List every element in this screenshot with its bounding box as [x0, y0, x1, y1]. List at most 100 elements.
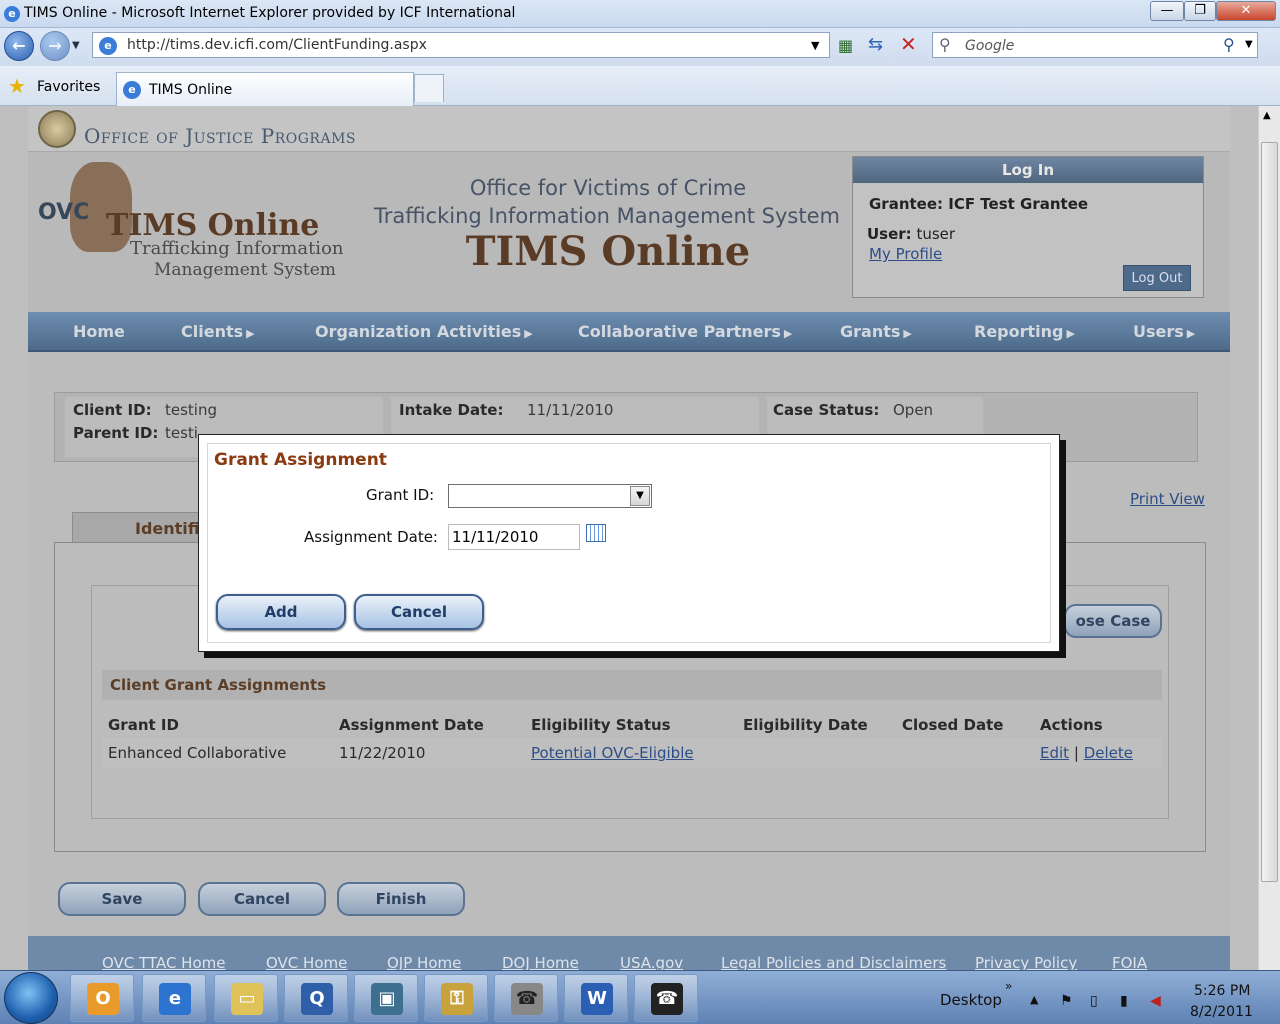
nav-users-label[interactable]: Users — [1133, 322, 1184, 341]
scroll-up-icon[interactable]: ▲ — [1263, 110, 1271, 121]
word-icon: W — [581, 983, 613, 1015]
footer-legal-link[interactable]: Legal Policies and Disclaimers — [721, 954, 946, 970]
app-taskbar-button[interactable]: Q — [284, 974, 348, 1022]
search-provider-icon: ⚲ — [939, 35, 951, 54]
volume-muted-icon[interactable]: ◀ — [1150, 993, 1161, 1009]
nav-org-label[interactable]: Organization Activities — [315, 322, 521, 341]
outlook-taskbar-button[interactable]: O — [70, 974, 134, 1022]
history-dropdown-icon[interactable]: ▼ — [72, 40, 80, 51]
restore-button[interactable]: ❐ — [1184, 1, 1216, 21]
footer-ovc-link[interactable]: OVC Home — [266, 954, 347, 970]
col-actions: Actions — [1040, 716, 1103, 734]
search-placeholder[interactable]: Google — [965, 38, 1014, 54]
favorites-button[interactable]: Favorites — [37, 79, 100, 95]
search-icon[interactable]: ⚲ — [1223, 35, 1235, 54]
refresh-icon[interactable]: ⇆ — [868, 34, 883, 55]
footer-privacy-link[interactable]: Privacy Policy — [975, 954, 1077, 970]
nav-home-label[interactable]: Home — [73, 322, 125, 341]
nav-organization-activities[interactable]: Organization Activities ▶ — [315, 322, 533, 341]
footer-ojp-link[interactable]: OJP Home — [387, 954, 461, 970]
intake-date-value: 11/11/2010 — [527, 401, 614, 419]
assignment-date-input[interactable]: 11/11/2010 — [448, 524, 580, 550]
agency-name[interactable]: Office of Justice Programs — [84, 124, 356, 148]
forward-button[interactable]: → — [40, 31, 70, 61]
actions-cell: Edit | Delete — [1040, 744, 1133, 762]
scroll-thumb[interactable] — [1261, 142, 1278, 882]
tab-label[interactable]: TIMS Online — [149, 82, 232, 98]
nav-clients-label[interactable]: Clients — [181, 322, 243, 341]
folder-icon: ▭ — [231, 983, 263, 1015]
address-bar[interactable]: e http://tims.dev.icfi.com/ClientFunding… — [92, 32, 830, 58]
toolbar-expand-icon[interactable]: » — [1005, 979, 1012, 993]
delete-link[interactable]: Delete — [1084, 744, 1133, 762]
dialog-body: Grant Assignment Grant ID: ▼ Assignment … — [207, 443, 1051, 643]
site-header: OVC TIMS Online Trafficking Information … — [28, 152, 1230, 312]
stop-icon[interactable]: ✕ — [900, 32, 917, 56]
footer-foia-link[interactable]: FOIA — [1112, 954, 1147, 970]
dialog-cancel-button[interactable]: Cancel — [354, 594, 484, 630]
back-button[interactable]: ← — [4, 31, 34, 61]
eligibility-status-link[interactable]: Potential OVC-Eligible — [531, 744, 694, 762]
device-icon[interactable]: ▯ — [1090, 993, 1098, 1009]
minimize-button[interactable]: — — [1150, 1, 1184, 21]
clock-time[interactable]: 5:26 PM — [1194, 983, 1250, 999]
signal-icon[interactable]: ▮ — [1120, 993, 1128, 1009]
nav-home[interactable]: Home — [73, 322, 125, 341]
clock-date[interactable]: 8/2/2011 — [1190, 1004, 1253, 1020]
nav-grants[interactable]: Grants ▶ — [840, 322, 912, 341]
app2-icon: ☎ — [651, 983, 683, 1015]
logout-button[interactable]: Log Out — [1123, 265, 1191, 291]
vertical-scrollbar[interactable]: ▲ — [1258, 106, 1280, 970]
nav-arrow-icon: ▶ — [783, 327, 793, 340]
cancel-button[interactable]: Cancel — [198, 882, 326, 916]
explorer-taskbar-button[interactable]: ▭ — [214, 974, 278, 1022]
close-button[interactable]: ✕ — [1216, 1, 1276, 21]
nav-clients[interactable]: Clients ▶ — [181, 322, 255, 341]
print-view-link[interactable]: Print View — [1130, 490, 1205, 508]
nav-users[interactable]: Users ▶ — [1133, 322, 1195, 341]
grant-id-select[interactable]: ▼ — [448, 484, 652, 508]
window-title: TIMS Online - Microsoft Internet Explore… — [24, 5, 516, 21]
address-dropdown-icon[interactable]: ▼ — [811, 39, 819, 52]
start-button[interactable] — [4, 972, 58, 1024]
tray-expand-icon[interactable]: ▲ — [1030, 993, 1038, 1006]
network-taskbar-button[interactable]: ▣ — [354, 974, 418, 1022]
dropdown-arrow-icon[interactable]: ▼ — [630, 486, 650, 506]
search-box[interactable]: ⚲ Google ⚲ ▼ — [932, 32, 1258, 58]
search-dropdown-icon[interactable]: ▼ — [1245, 39, 1253, 50]
save-button[interactable]: Save — [58, 882, 186, 916]
footer-doj-link[interactable]: DOJ Home — [502, 954, 579, 970]
logo-subtitle-1: Trafficking Information — [130, 238, 344, 259]
favorites-star-icon[interactable]: ★ — [8, 74, 26, 98]
logo-subtitle-2: Management System — [154, 260, 336, 280]
nav-collab-label[interactable]: Collaborative Partners — [578, 322, 781, 341]
word-taskbar-button[interactable]: W — [564, 974, 628, 1022]
grantee-text: Grantee: ICF Test Grantee — [869, 195, 1089, 213]
security-taskbar-button[interactable]: ⚿ — [424, 974, 488, 1022]
app-icon: Q — [301, 983, 333, 1015]
edit-link[interactable]: Edit — [1040, 744, 1069, 762]
compatibility-icon[interactable]: ▦ — [838, 36, 853, 55]
header-line-1: Office for Victims of Crime — [469, 176, 747, 200]
my-profile-link[interactable]: My Profile — [869, 245, 942, 263]
add-button[interactable]: Add — [216, 594, 346, 630]
nav-grants-label[interactable]: Grants — [840, 322, 900, 341]
logo-ovc: OVC — [38, 200, 90, 225]
nav-reporting[interactable]: Reporting ▶ — [974, 322, 1075, 341]
close-case-button[interactable]: ose Case — [1064, 604, 1162, 638]
footer-usa-link[interactable]: USA.gov — [620, 954, 683, 970]
new-tab-button[interactable] — [414, 74, 444, 102]
calendar-icon[interactable] — [586, 524, 606, 542]
ie-taskbar-button[interactable]: e — [142, 974, 206, 1022]
finish-button[interactable]: Finish — [337, 882, 465, 916]
footer-ovc-ttac-link[interactable]: OVC TTAC Home — [102, 954, 225, 970]
browser-tab[interactable]: e TIMS Online — [116, 72, 414, 106]
app2-taskbar-button[interactable]: ☎ — [634, 974, 698, 1022]
desktop-toolbar[interactable]: Desktop — [940, 991, 1002, 1009]
case-status-label: Case Status: — [773, 401, 880, 419]
nav-reporting-label[interactable]: Reporting — [974, 322, 1063, 341]
url-text[interactable]: http://tims.dev.icfi.com/ClientFunding.a… — [127, 37, 427, 53]
flag-icon[interactable]: ⚑ — [1060, 993, 1073, 1009]
nav-collaborative-partners[interactable]: Collaborative Partners ▶ — [578, 322, 792, 341]
phone-taskbar-button[interactable]: ☎ — [494, 974, 558, 1022]
